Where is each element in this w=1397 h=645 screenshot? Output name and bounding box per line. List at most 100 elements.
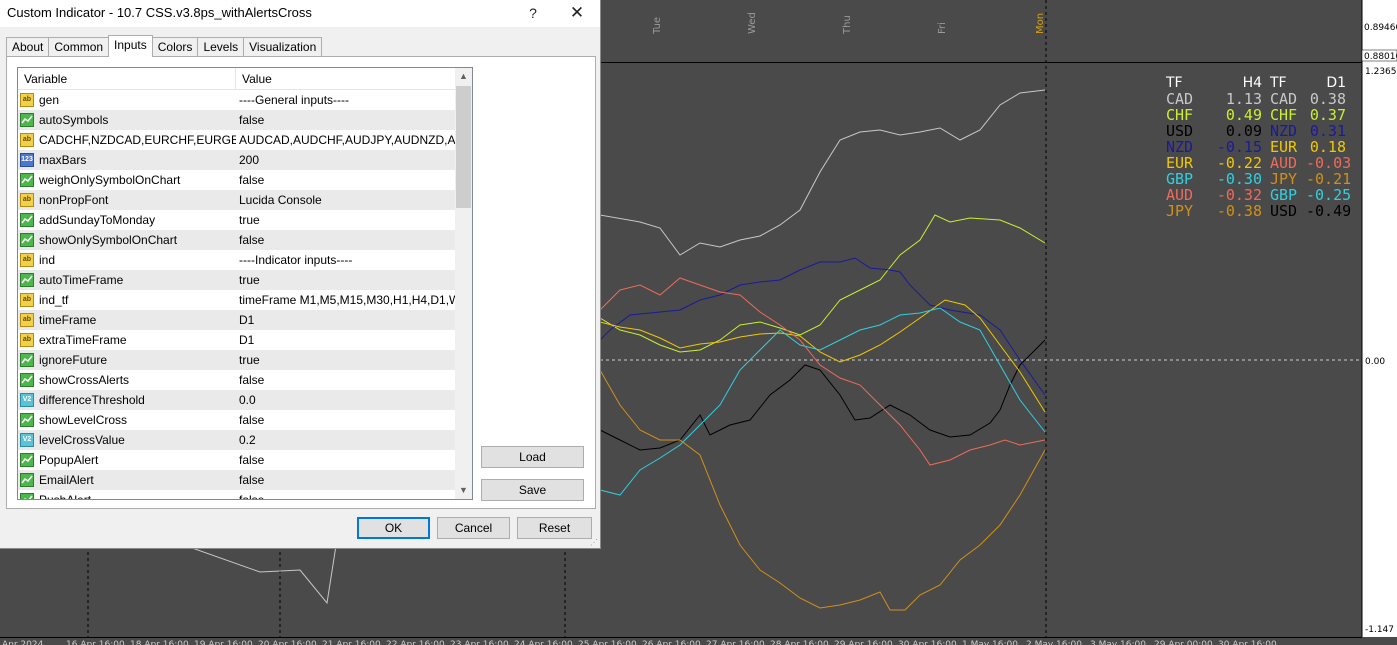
d1-value: 0.18 [1309,138,1346,156]
strength-row: GBP -0.30 JPY -0.21 [1166,171,1358,187]
value-cell[interactable]: 200 [236,150,455,170]
scroll-thumb[interactable] [456,86,471,208]
value-cell[interactable]: false [236,370,455,390]
table-row[interactable]: ab extraTimeFrame D1 [18,330,455,350]
h4-value: 0.09 [1225,122,1262,140]
value-cell[interactable]: true [236,270,455,290]
value-cell[interactable]: 0.2 [236,430,455,450]
scroll-up-icon[interactable]: ▲ [455,68,472,85]
column-header-variable[interactable]: Variable [18,68,236,89]
variable-cell: weighOnlySymbolOnChart [18,170,236,190]
value-cell[interactable]: false [236,230,455,250]
d1-value: 0.38 [1309,90,1346,108]
strength-row: USD 0.09 NZD 0.31 [1166,123,1358,139]
date-label: 27 Apr 16:00 [706,640,765,645]
tab-levels[interactable]: Levels [197,37,245,57]
value-cell[interactable]: timeFrame M1,M5,M15,M30,H1,H4,D1,W... [236,290,455,310]
ok-button[interactable]: OK [357,517,430,539]
tab-about[interactable]: About [6,37,50,57]
table-row[interactable]: V2 differenceThreshold 0.0 [18,390,455,410]
value-cell[interactable]: 0.0 [236,390,455,410]
bool-type-icon [20,353,34,367]
scroll-down-icon[interactable]: ▼ [455,482,472,499]
day-label: Thu [842,15,853,35]
d1-value: -0.21 [1306,170,1352,188]
day-label: Fri [937,22,948,34]
value-cell[interactable]: D1 [236,330,455,350]
table-row[interactable]: ab gen ----General inputs---- [18,90,455,110]
table-row[interactable]: showCrossAlerts false [18,370,455,390]
table-row[interactable]: ignoreFuture true [18,350,455,370]
value-cell[interactable]: false [236,490,455,499]
help-button[interactable]: ? [521,2,545,24]
h4-currency: NZD [1166,138,1194,156]
variable-name: EmailAlert [39,473,94,487]
h4-value: -0.38 [1216,202,1262,220]
h4-currency: AUD [1166,186,1194,204]
value-cell[interactable]: false [236,170,455,190]
variable-name: addSundayToMonday [39,213,156,227]
variable-cell: showCrossAlerts [18,370,236,390]
value-cell[interactable]: Lucida Console [236,190,455,210]
tab-inputs[interactable]: Inputs [108,35,153,57]
table-row[interactable]: showOnlySymbolOnChart false [18,230,455,250]
variable-name: autoSymbols [39,113,109,127]
table-row[interactable]: showLevelCross false [18,410,455,430]
table-row[interactable]: autoSymbols false [18,110,455,130]
tab-colors[interactable]: Colors [151,37,199,57]
reset-button[interactable]: Reset [517,517,592,539]
table-row[interactable]: ab timeFrame D1 [18,310,455,330]
value-cell[interactable]: false [236,110,455,130]
table-row[interactable]: weighOnlySymbolOnChart false [18,170,455,190]
table-row[interactable]: ab ind ----Indicator inputs---- [18,250,455,270]
table-row[interactable]: PopupAlert false [18,450,455,470]
inputs-grid[interactable]: Variable Value ab gen ----General inputs--… [17,67,473,500]
load-button[interactable]: Load [481,446,584,468]
value-cell[interactable]: true [236,210,455,230]
table-row[interactable]: autoTimeFrame true [18,270,455,290]
table-row[interactable]: EmailAlert false [18,470,455,490]
variable-cell: ab extraTimeFrame [18,330,236,350]
resize-grip-icon[interactable]: ⋰ [590,538,599,547]
table-row[interactable]: V2 levelCrossValue 0.2 [18,430,455,450]
table-row[interactable]: addSundayToMonday true [18,210,455,230]
grid-scrollbar[interactable]: ▲ ▼ [455,68,472,499]
value-cell[interactable]: AUDCAD,AUDCHF,AUDJPY,AUDNZD,A... [236,130,455,150]
dialog-title: Custom Indicator - 10.7 CSS.v3.8ps_withA… [7,5,312,20]
strength-header: TF H4 TF D1 [1166,75,1358,91]
table-row[interactable]: ab CADCHF,NZDCAD,EURCHF,EURGBP, AUDCAD,AUD… [18,130,455,150]
value-cell[interactable]: ----General inputs---- [236,90,455,110]
value-cell[interactable]: ----Indicator inputs---- [236,250,455,270]
title-bar[interactable]: Custom Indicator - 10.7 CSS.v3.8ps_withA… [0,0,600,27]
d1-currency: AUD [1270,154,1298,172]
column-header-value[interactable]: Value [236,68,455,89]
close-button[interactable]: ✕ [562,2,592,24]
date-label: 19 Apr 16:00 [194,640,253,645]
dbl-type-icon: V2 [20,393,34,407]
value-cell[interactable]: true [236,350,455,370]
value-cell[interactable]: false [236,450,455,470]
date-label: 21 Apr 16:00 [322,640,381,645]
value-cell[interactable]: false [236,470,455,490]
h4-currency: JPY [1166,202,1194,220]
tab-bar: About Common Inputs Colors Levels Visual… [6,35,323,57]
date-label: 22 Apr 16:00 [386,640,445,645]
table-row[interactable]: PushAlert false [18,490,455,499]
table-row[interactable]: 123 maxBars 200 [18,150,455,170]
save-button[interactable]: Save [481,479,584,501]
variable-name: weighOnlySymbolOnChart [39,173,181,187]
value-cell[interactable]: false [236,410,455,430]
variable-cell: ab ind [18,250,236,270]
variable-cell: ab ind_tf [18,290,236,310]
variable-cell: EmailAlert [18,470,236,490]
table-row[interactable]: ab nonPropFont Lucida Console [18,190,455,210]
table-row[interactable]: ab ind_tf timeFrame M1,M5,M15,M30,H1,H4,D1… [18,290,455,310]
h4-currency: CAD [1166,90,1194,108]
value-cell[interactable]: D1 [236,310,455,330]
tab-visualization[interactable]: Visualization [243,37,323,57]
cancel-button[interactable]: Cancel [437,517,510,539]
date-label: 24 Apr 16:00 [514,640,573,645]
strength-row: CAD 1.13 CAD 0.38 [1166,91,1358,107]
tab-common[interactable]: Common [48,37,110,57]
bool-type-icon [20,113,34,127]
